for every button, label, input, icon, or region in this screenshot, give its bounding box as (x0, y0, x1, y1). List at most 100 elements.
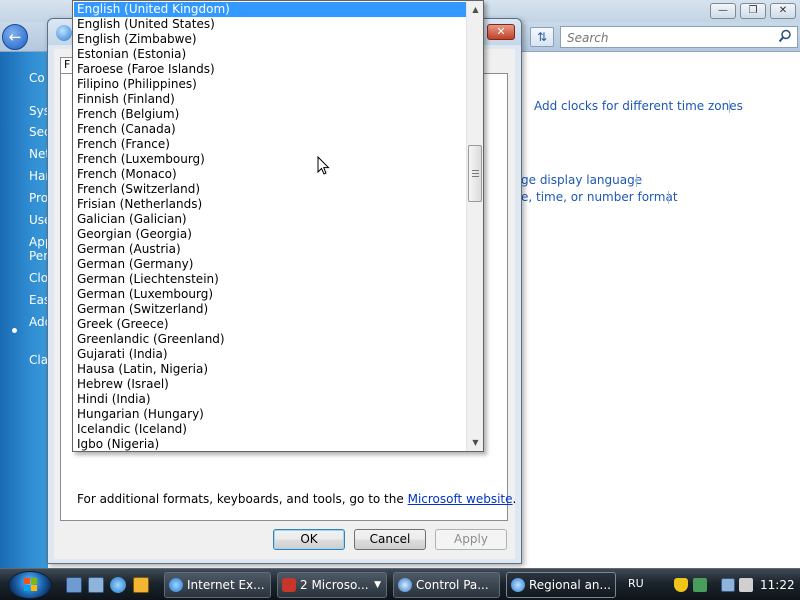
updates-icon[interactable] (693, 578, 707, 592)
taskbar-item-regional[interactable]: Regional an... (506, 572, 616, 598)
add-clocks-link[interactable]: Add clocks for different time zones (534, 99, 743, 113)
grip-line (472, 176, 479, 177)
dropdown-option[interactable]: French (Canada) (74, 122, 466, 137)
taskbar-item-label: Control Pa... (416, 578, 489, 592)
scroll-up-icon[interactable]: ▲ (467, 1, 483, 18)
nav-item-security[interactable]: Sec (29, 125, 48, 139)
link-separator (668, 191, 669, 204)
dropdown-option[interactable]: Georgian (Georgia) (74, 227, 466, 242)
nav-item-programs[interactable]: Pro (29, 191, 48, 205)
dropdown-option[interactable]: Greenlandic (Greenland) (74, 332, 466, 347)
dropdown-option[interactable]: Hausa (Latin, Nigeria) (74, 362, 466, 377)
dropdown-option[interactable]: Frisian (Netherlands) (74, 197, 466, 212)
nav-item-user-accounts[interactable]: Use (29, 213, 48, 227)
additional-formats-label: For additional formats, keyboards, and t… (77, 492, 404, 506)
nav-item-personalization[interactable]: Per (29, 249, 48, 263)
dropdown-option[interactable]: Finnish (Finland) (74, 92, 466, 107)
nav-item-control-panel-home[interactable]: Co (29, 71, 45, 85)
regional-icon (511, 578, 525, 592)
system-tray: RU 11:22 (620, 569, 800, 600)
dropdown-option[interactable]: French (Switzerland) (74, 182, 466, 197)
change-formats-link[interactable]: e, time, or number format (521, 190, 678, 204)
group-dropdown-icon: ▼ (374, 580, 381, 590)
globe-icon (56, 25, 72, 41)
nav-item-additional-options[interactable]: Add (29, 315, 48, 329)
taskbar-item-word[interactable]: 2 Microso... ▼ (277, 572, 387, 598)
ok-button[interactable]: OK (273, 529, 345, 550)
nav-item-system[interactable]: Sys (29, 104, 48, 118)
dropdown-option[interactable]: Galician (Galician) (74, 212, 466, 227)
volume-muted-icon[interactable] (739, 578, 753, 592)
grip-line (472, 173, 479, 174)
cancel-button[interactable]: Cancel (354, 529, 426, 550)
search-input[interactable] (567, 30, 767, 45)
dropdown-option[interactable]: Filipino (Philippines) (74, 77, 466, 92)
mouse-cursor-icon (317, 156, 330, 175)
dropdown-option[interactable]: Igbo (Nigeria) (74, 437, 466, 451)
show-desktop-icon[interactable] (66, 577, 82, 593)
security-shield-icon[interactable] (674, 578, 688, 592)
additional-formats-period: . (512, 492, 517, 506)
dropdown-scrollbar[interactable]: ▲ ▼ (466, 1, 483, 451)
refresh-button[interactable]: ⇅ (530, 27, 554, 47)
refresh-icon: ⇅ (536, 30, 548, 44)
dialog-close-button[interactable]: ✕ (487, 24, 515, 40)
dropdown-option[interactable]: French (Luxembourg) (74, 152, 466, 167)
start-button[interactable] (8, 571, 52, 599)
search-box[interactable] (560, 26, 798, 48)
language-indicator[interactable]: RU (628, 577, 644, 590)
scroll-down-icon[interactable]: ▼ (467, 434, 483, 451)
active-nav-bullet (12, 328, 17, 333)
dropdown-option[interactable]: Hindi (India) (74, 392, 466, 407)
dropdown-option[interactable]: Faroese (Faroe Islands) (74, 62, 466, 77)
taskbar-item-internet-explorer[interactable]: Internet Ex... (164, 572, 271, 598)
control-panel-nav: Co Sys Sec Net Har Pro Use App Per Clo E… (0, 52, 48, 568)
dropdown-option[interactable]: English (United States) (74, 17, 466, 32)
minimize-button[interactable]: — (710, 3, 736, 19)
apply-button: Apply (435, 529, 507, 550)
nav-item-ease-of-access[interactable]: Eas (29, 293, 48, 307)
dropdown-option[interactable]: French (France) (74, 137, 466, 152)
dropdown-option[interactable]: German (Germany) (74, 257, 466, 272)
scroll-thumb[interactable] (468, 145, 482, 202)
back-button[interactable]: ← (2, 24, 28, 50)
dropdown-option[interactable]: French (Belgium) (74, 107, 466, 122)
nav-item-hardware[interactable]: Har (29, 169, 48, 183)
link-separator (729, 100, 730, 113)
word-icon (282, 578, 296, 592)
taskbar-item-control-panel[interactable]: Control Pa... (393, 572, 500, 598)
clock[interactable]: 11:22 (760, 578, 795, 592)
format-language-dropdown-list[interactable]: English (United Kingdom) English (United … (72, 0, 484, 452)
nav-item-clock[interactable]: Clo (29, 271, 48, 285)
dropdown-option[interactable]: German (Luxembourg) (74, 287, 466, 302)
dropdown-option[interactable]: German (Austria) (74, 242, 466, 257)
network-icon[interactable] (721, 578, 735, 592)
taskbar-item-label: Regional an... (529, 578, 611, 592)
dropdown-option[interactable]: German (Liechtenstein) (74, 272, 466, 287)
dropdown-option[interactable]: English (Zimbabwe) (74, 32, 466, 47)
switch-windows-icon[interactable] (88, 577, 104, 593)
nav-item-appearance[interactable]: App (29, 235, 48, 249)
control-panel-icon (398, 578, 412, 592)
media-player-icon[interactable] (133, 577, 149, 593)
dropdown-option[interactable]: Icelandic (Iceland) (74, 422, 466, 437)
change-display-language-link[interactable]: ge display language (521, 173, 642, 187)
dropdown-option[interactable]: Greek (Greece) (74, 317, 466, 332)
dropdown-option[interactable]: German (Switzerland) (74, 302, 466, 317)
dropdown-option[interactable]: Gujarati (India) (74, 347, 466, 362)
nav-item-classic-view[interactable]: Cla (29, 353, 48, 367)
close-window-button[interactable]: ✕ (770, 3, 796, 19)
taskbar-item-label: 2 Microso... (300, 578, 369, 592)
dropdown-option[interactable]: French (Monaco) (74, 167, 466, 182)
nav-item-network[interactable]: Net (29, 147, 48, 161)
microsoft-website-link[interactable]: Microsoft website (408, 492, 513, 506)
search-icon[interactable] (777, 29, 793, 45)
internet-explorer-icon[interactable] (110, 577, 126, 593)
dropdown-option[interactable]: English (United Kingdom) (74, 2, 466, 17)
taskbar-item-label: Internet Ex... (187, 578, 265, 592)
maximize-button[interactable]: ❐ (740, 3, 766, 19)
windows-logo-icon (24, 578, 37, 591)
dropdown-option[interactable]: Estonian (Estonia) (74, 47, 466, 62)
dropdown-option[interactable]: Hungarian (Hungary) (74, 407, 466, 422)
dropdown-option[interactable]: Hebrew (Israel) (74, 377, 466, 392)
